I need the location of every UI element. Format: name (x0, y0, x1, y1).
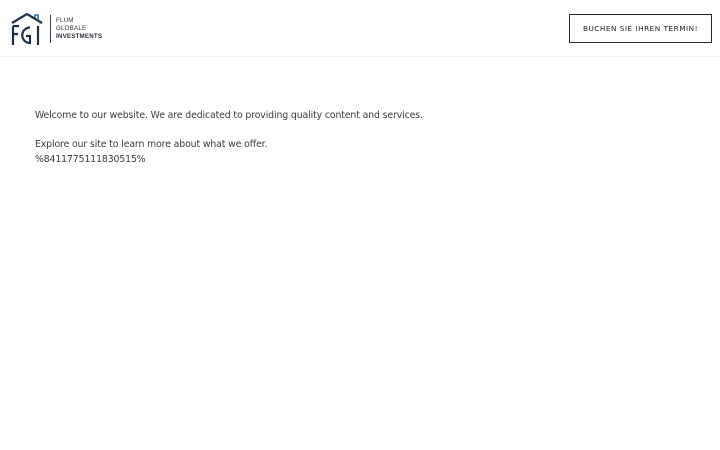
logo-wordmark: FLUM GLOBALE INVESTMENTS (56, 17, 102, 41)
logo-line-1: FLUM (56, 17, 74, 24)
logo-line-2: GLOBALE (56, 25, 87, 32)
book-appointment-button[interactable]: BUCHEN SIE IHREN TERMIN! (569, 14, 712, 43)
logo-divider (50, 15, 51, 43)
explore-paragraph: Explore our site to learn more about wha… (35, 139, 268, 150)
site-logo[interactable]: FLUM GLOBALE INVESTMENTS (10, 11, 102, 47)
site-header: FLUM GLOBALE INVESTMENTS BUCHEN SIE IHRE… (0, 0, 720, 57)
house-roof-icon (11, 12, 43, 45)
placeholder-token: %8411775111830515% (35, 154, 146, 165)
logo-line-3: INVESTMENTS (56, 33, 103, 40)
main-content: Welcome to our website. We are dedicated… (35, 108, 675, 167)
welcome-paragraph: Welcome to our website. We are dedicated… (35, 110, 423, 121)
